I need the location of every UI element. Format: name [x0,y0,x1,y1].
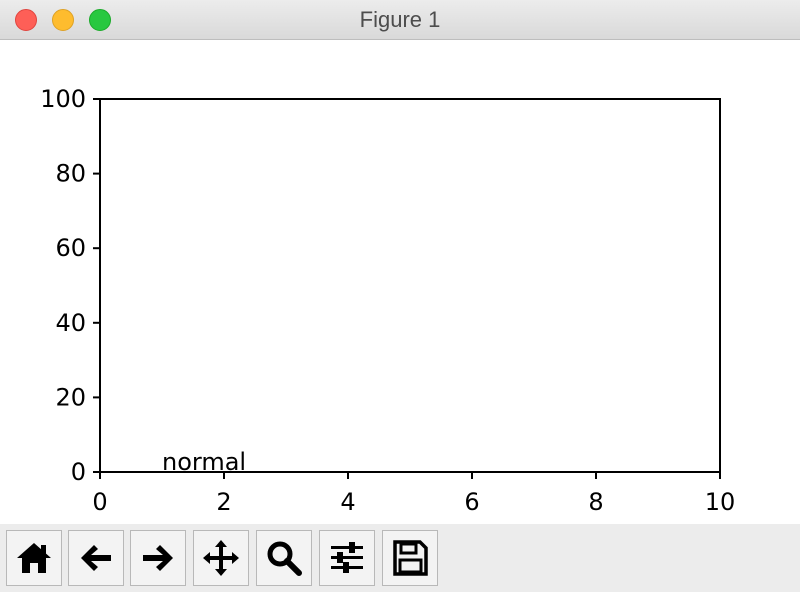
home-button[interactable] [6,530,62,586]
y-tick-label: 80 [55,160,86,188]
window-title: Figure 1 [359,7,441,32]
pan-button[interactable] [193,530,249,586]
y-tick-label: 40 [55,309,86,337]
x-tick-label: 8 [588,488,603,516]
plot-area[interactable]: 0 2 4 6 8 10 0 20 40 60 80 100 normal [0,40,800,524]
move-icon [203,540,239,576]
x-tick-label: 4 [340,488,355,516]
sliders-icon [331,542,363,573]
zoom-button[interactable] [256,530,312,586]
search-icon [267,541,302,576]
y-tick-label: 60 [55,234,86,262]
configure-subplots-button[interactable] [319,530,375,586]
axes-frame [99,98,721,473]
back-button[interactable] [68,530,124,586]
figure-window: Figure 1 0 2 4 6 8 10 0 20 40 60 80 100 normal [0,0,800,592]
figure-canvas[interactable]: 0 2 4 6 8 10 0 20 40 60 80 100 normal [0,40,800,524]
x-tick-label: 0 [92,488,107,516]
floppy-disk-icon [393,540,428,576]
arrow-left-icon [81,545,111,571]
arrow-right-icon [143,545,173,571]
y-tick-label: 20 [55,383,86,411]
home-icon [17,543,51,573]
save-button[interactable] [382,530,438,586]
y-tick-label: 100 [40,85,86,113]
x-tick-label: 2 [216,488,231,516]
annotation-text: normal [162,448,246,476]
annotations: normal [162,448,246,476]
y-axis: 0 20 40 60 80 100 [40,85,100,486]
y-tick-label: 0 [71,458,86,486]
forward-button[interactable] [130,530,186,586]
title-bar: Figure 1 [0,0,800,40]
x-tick-label: 10 [705,488,736,516]
x-tick-label: 6 [464,488,479,516]
x-axis: 0 2 4 6 8 10 [92,472,735,516]
navigation-toolbar [0,524,800,592]
